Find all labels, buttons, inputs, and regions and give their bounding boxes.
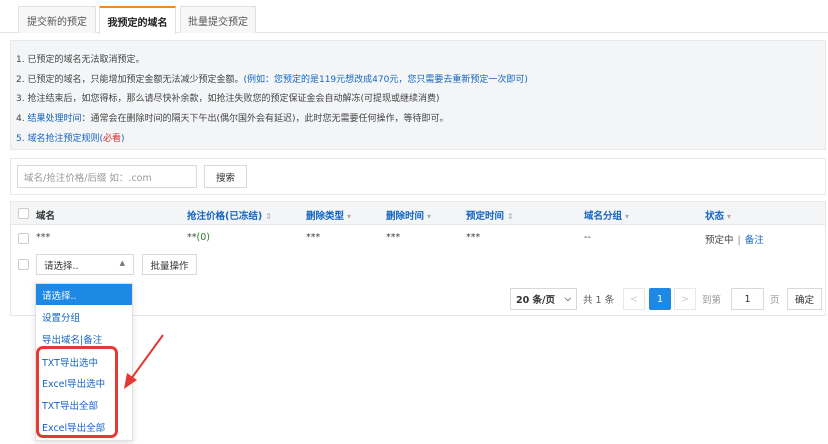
total-count: 共 1 条 [583, 295, 615, 306]
filter-icon[interactable]: ▾ [727, 212, 731, 221]
col-delete-time[interactable]: 删除时间 ▾ [386, 208, 431, 222]
chevron-up-icon[interactable]: ▲ [120, 259, 125, 267]
option-set-group[interactable]: 设置分组 [36, 306, 132, 327]
row-price: **(0) [187, 232, 210, 243]
notice-line-2-text: 2. 已预定的域名，只能增加预定金额无法减少预定金额。 [16, 75, 244, 85]
goto-label: 到第 [702, 295, 722, 306]
col-reserve-time[interactable]: 预定时间 ⇕ [466, 208, 514, 222]
search-bar: 域名/抢注价格/后缀 如：.com 搜索 [10, 158, 826, 195]
col-domain: 域名 [36, 211, 56, 222]
table-header: 域名 抢注价格(已冻结) ⇕ 删除类型 ▾ 删除时间 ▾ 预定时间 ⇕ 域名分组 ▾ 状态… [11, 202, 825, 225]
row-status: 预定中 | 备注 [705, 232, 764, 246]
notice-line-4-title: 结果处理时间 [27, 114, 82, 124]
current-page[interactable]: 1 [649, 288, 671, 310]
notice-line-4-text: ：通常会在删除时间的隔天下午出(偶尔国外会有延迟)，此时您无需要任何操作，等待即… [81, 114, 449, 124]
page-size-value[interactable]: 20 条/页 [516, 292, 555, 306]
batch-action-dropdown: 请选择.. 设置分组 导出域名|备注 TXT导出选中 Excel导出选中 TXT… [35, 283, 133, 441]
search-button[interactable]: 搜索 [204, 165, 247, 188]
option-export-domain-note[interactable]: 导出域名|备注 [36, 328, 132, 349]
filter-icon[interactable]: ▾ [625, 212, 629, 221]
col-price-label[interactable]: 抢注价格(已冻结) [187, 211, 262, 222]
rules-link-text[interactable]: 5. 域名抢注预定规则( [16, 134, 103, 144]
prev-page-button[interactable]: < [623, 288, 645, 310]
notice-panel: 1. 已预定的域名无法取消预定。 2. 已预定的域名，只能增加预定金额无法减少预… [10, 40, 826, 150]
row-status-text: 预定中 [705, 235, 734, 246]
col-delete-time-label[interactable]: 删除时间 [386, 211, 424, 222]
option-txt-export-selected[interactable]: TXT导出选中 [36, 351, 132, 372]
row-price-mask: ** [187, 232, 197, 243]
page-suffix: 页 [770, 295, 780, 306]
sort-icon[interactable]: ⇕ [507, 212, 514, 221]
batch-operation-button[interactable]: 批量操作 [142, 254, 197, 275]
page-size-select[interactable]: 20 条/页 ⌵ [510, 288, 577, 310]
row-group: -- [584, 232, 591, 243]
tab-batch-reservation[interactable]: 批量提交预定 [180, 6, 256, 33]
filter-icon[interactable]: ▾ [427, 212, 431, 221]
col-delete-type[interactable]: 删除类型 ▾ [306, 208, 351, 222]
batch-action-select-value[interactable]: 请选择.. [44, 258, 79, 272]
rules-link-required[interactable]: 必看 [103, 134, 121, 144]
goto-page-input[interactable]: 1 [731, 288, 764, 310]
row-reserve-time: *** [466, 232, 481, 243]
notice-line-3: 3. 抢注结束后，如您得标，那么请尽快补余款，如抢注失败您的预定保证金会自动解冻… [16, 94, 440, 104]
row-checkbox[interactable] [18, 233, 29, 244]
row-note-link[interactable]: 备注 [745, 235, 764, 246]
row-delete-type: *** [306, 232, 321, 243]
next-page-button[interactable]: > [674, 288, 696, 310]
select-all-checkbox[interactable] [18, 208, 29, 219]
notice-line-4: 4. 结果处理时间：通常会在删除时间的隔天下午出(偶尔国外会有延迟)，此时您无需… [16, 111, 449, 124]
tab-new-reservation[interactable]: 提交新的预定 [18, 6, 96, 33]
sort-icon[interactable]: ⇕ [265, 212, 272, 221]
chevron-down-icon[interactable]: ⌵ [565, 294, 571, 304]
rules-link[interactable]: 5. 域名抢注预定规则(必看) [16, 131, 125, 144]
notice-line-2: 2. 已预定的域名，只能增加预定金额无法减少预定金额。(例如：您预定的是119元… [16, 72, 528, 85]
tab-bar: 提交新的预定 我预定的域名 批量提交预定 [0, 0, 828, 34]
row-delete-time: *** [386, 232, 401, 243]
table-row: *** **(0) *** *** *** -- 预定中 | 备注 [11, 226, 825, 251]
row-status-separator: | [737, 235, 741, 246]
col-group-label[interactable]: 域名分组 [584, 211, 622, 222]
option-txt-export-all[interactable]: TXT导出全部 [36, 394, 132, 415]
rules-link-close[interactable]: ) [121, 134, 125, 144]
batch-checkbox[interactable] [18, 259, 29, 270]
col-price[interactable]: 抢注价格(已冻结) ⇕ [187, 208, 272, 222]
col-group[interactable]: 域名分组 ▾ [584, 208, 629, 222]
option-please-select[interactable]: 请选择.. [36, 284, 132, 305]
col-delete-type-label[interactable]: 删除类型 [306, 211, 344, 222]
col-status[interactable]: 状态 ▾ [705, 208, 731, 222]
goto-confirm-button[interactable]: 确定 [787, 288, 822, 310]
row-domain[interactable]: *** [36, 232, 50, 243]
notice-line-4-num: 4. [16, 114, 28, 124]
col-status-label[interactable]: 状态 [705, 211, 724, 222]
tab-my-reserved-domains[interactable]: 我预定的域名 [99, 6, 176, 34]
row-price-value: (0) [196, 232, 210, 243]
notice-line-2-example: (例如：您预定的是119元想改成470元，您只需要去重新预定一次即可) [243, 75, 528, 85]
notice-line-1: 1. 已预定的域名无法取消预定。 [16, 55, 145, 65]
search-input[interactable]: 域名/抢注价格/后缀 如：.com [17, 165, 197, 188]
batch-action-select[interactable]: 请选择.. ▲ [36, 254, 134, 275]
option-excel-export-selected[interactable]: Excel导出选中 [36, 372, 132, 393]
option-excel-export-all[interactable]: Excel导出全部 [36, 416, 132, 437]
filter-icon[interactable]: ▾ [347, 212, 351, 221]
col-reserve-time-label[interactable]: 预定时间 [466, 211, 504, 222]
